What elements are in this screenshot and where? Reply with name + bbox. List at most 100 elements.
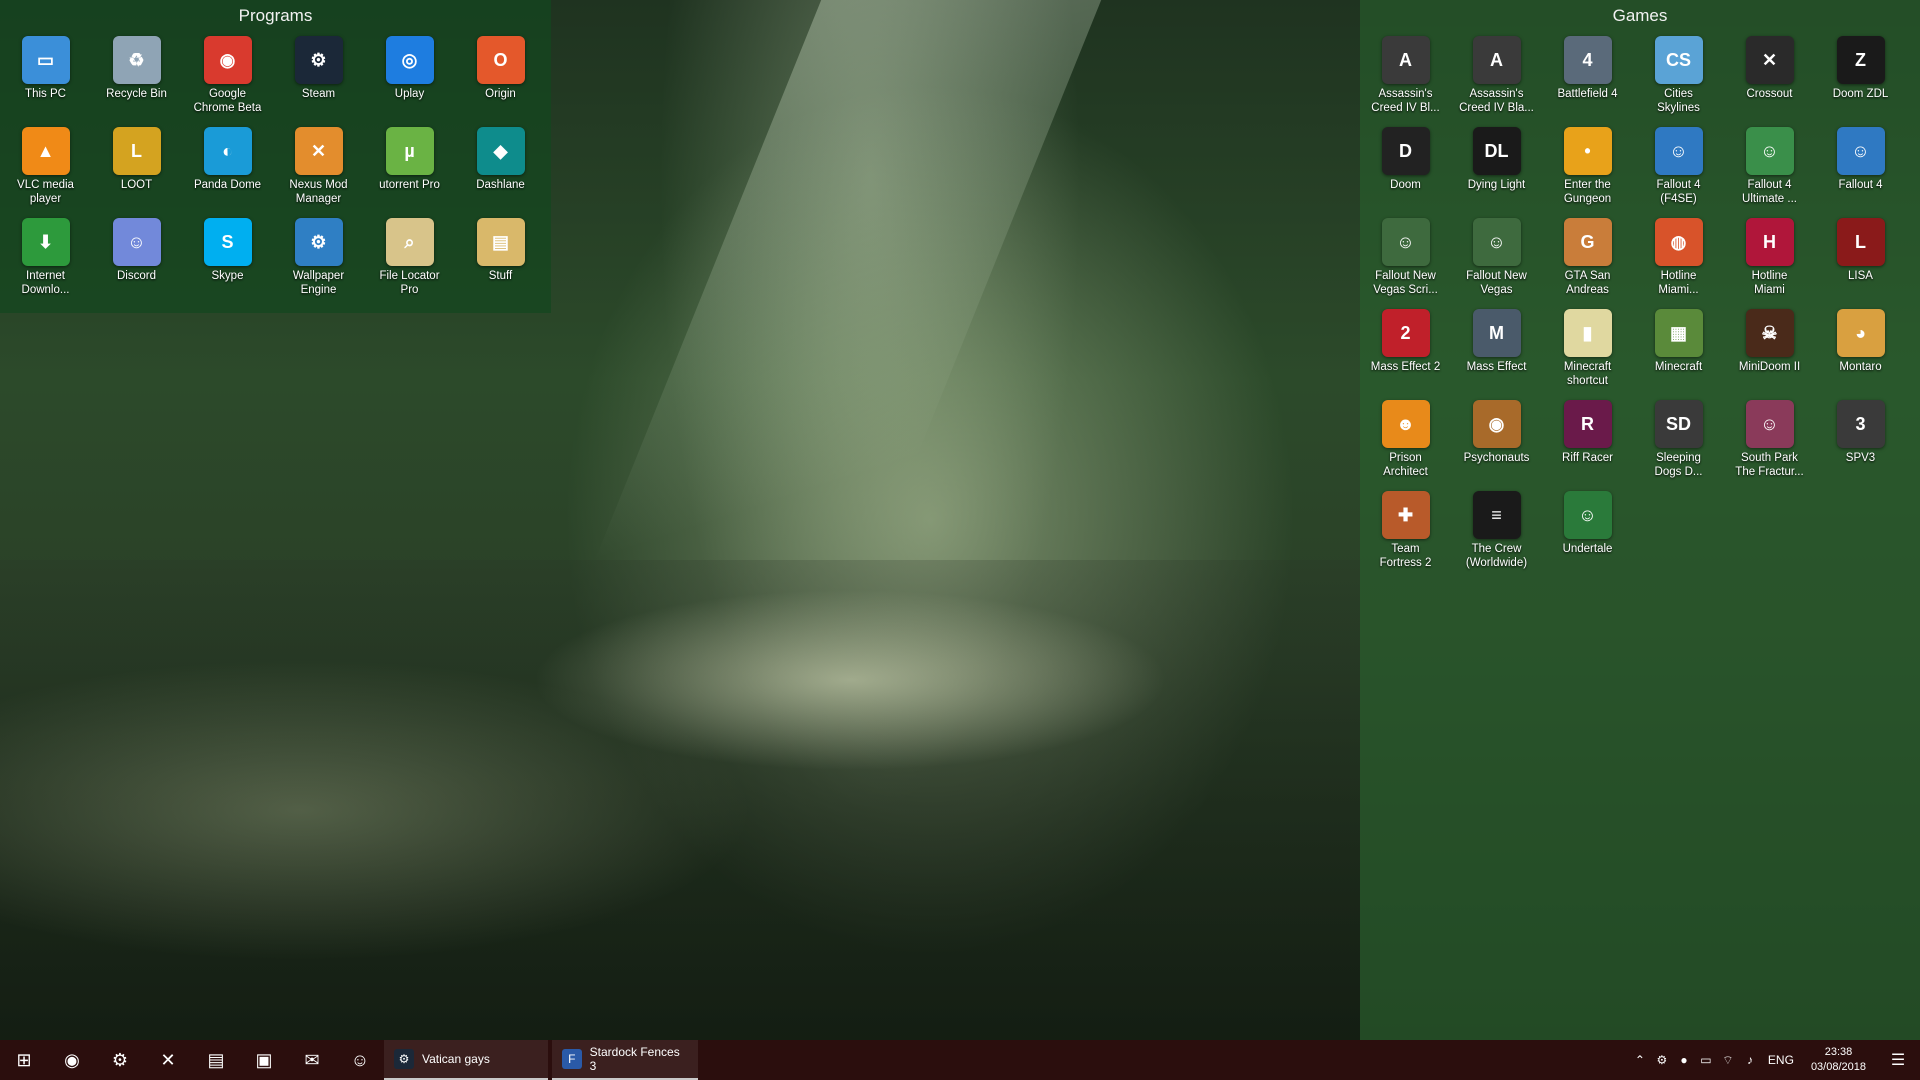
desktop-shortcut[interactable]: G GTA San Andreas — [1542, 216, 1633, 307]
fences-icon: F — [562, 1049, 582, 1069]
clock-time: 23:38 — [1824, 1046, 1853, 1058]
desktop-shortcut[interactable]: ◆ Dashlane — [455, 125, 546, 216]
shortcut-label: File Locator Pro — [379, 270, 440, 296]
recycle-bin-icon: ♻ — [112, 36, 161, 84]
desktop-shortcut[interactable]: ◐ Panda Dome — [182, 125, 273, 216]
desktop-shortcut[interactable]: ☺ Fallout 4 (F4SE) — [1633, 125, 1724, 216]
desktop-shortcut[interactable]: ☺ South Park The Fractur... — [1724, 398, 1815, 489]
desktop-shortcut[interactable]: • Enter the Gungeon — [1542, 125, 1633, 216]
programs-fence[interactable]: Programs ▭ This PC ♻ Recycle Bin ◉ Google Chr… — [0, 0, 551, 313]
desktop-shortcut[interactable]: ◉ Psychonauts — [1451, 398, 1542, 489]
fence-title[interactable]: Programs — [0, 0, 551, 30]
desktop-shortcut[interactable]: ♻ Recycle Bin — [91, 34, 182, 125]
shortcut-label: Cities Skylines — [1657, 88, 1700, 114]
start-button[interactable]: ⊞ — [0, 1040, 48, 1080]
shortcut-label: Enter the Gungeon — [1563, 179, 1612, 205]
desktop-shortcut[interactable]: M Mass Effect — [1451, 307, 1542, 398]
desktop-shortcut[interactable]: O Origin — [455, 34, 546, 125]
desktop-shortcut[interactable]: ✕ Nexus Mod Manager — [273, 125, 364, 216]
desktop-shortcut[interactable]: D Doom — [1360, 125, 1451, 216]
cities-skylines-icon: CS — [1654, 36, 1703, 84]
desktop-shortcut[interactable]: µ utorrent Pro — [364, 125, 455, 216]
window-title: Vatican gays — [422, 1052, 490, 1066]
desktop-shortcut[interactable]: 2 Mass Effect 2 — [1360, 307, 1451, 398]
chevron-up-icon[interactable]: ⌃ — [1629, 1053, 1651, 1067]
mass-effect-icon: 2 — [1381, 309, 1430, 357]
desktop-shortcut[interactable]: ✚ Team Fortress 2 — [1360, 489, 1451, 580]
taskbar-steam[interactable]: ⚙ — [96, 1040, 144, 1080]
desktop-shortcut[interactable]: CS Cities Skylines — [1633, 34, 1724, 125]
shortcut-label: utorrent Pro — [379, 179, 440, 191]
taskbar-window-button[interactable]: F Stardock Fences 3 — [552, 1040, 698, 1080]
mass-effect-icon: M — [1472, 309, 1521, 357]
clock[interactable]: 23:38 03/08/2018 — [1811, 1045, 1866, 1075]
shortcut-label: Team Fortress 2 — [1379, 543, 1432, 569]
nexus-mod-manager-icon: ✕ — [294, 127, 343, 175]
wallpaper-river — [0, 560, 1360, 1040]
desktop-shortcut[interactable]: ☻ Prison Architect — [1360, 398, 1451, 489]
desktop-shortcut[interactable]: ⌕ File Locator Pro — [364, 216, 455, 307]
shortcut-label: Panda Dome — [193, 179, 262, 191]
desktop-shortcut[interactable]: ◉ Google Chrome Beta — [182, 34, 273, 125]
games-fence[interactable]: Games A Assassin's Creed IV Bl... A Assassi… — [1360, 0, 1920, 1040]
steam-icon[interactable]: ⚙ — [1651, 1053, 1673, 1067]
desktop-shortcut[interactable]: ▮ Minecraft shortcut — [1542, 307, 1633, 398]
desktop-shortcut[interactable]: L LISA — [1815, 216, 1906, 307]
desktop-shortcut[interactable]: S Skype — [182, 216, 273, 307]
volume-icon[interactable]: ♪ — [1739, 1053, 1761, 1067]
desktop-shortcut[interactable]: H Hotline Miami — [1724, 216, 1815, 307]
desktop-shortcut[interactable]: ▦ Minecraft — [1633, 307, 1724, 398]
desktop-shortcut[interactable]: ☺ Fallout 4 Ultimate ... — [1724, 125, 1815, 216]
desktop-shortcut[interactable]: L LOOT — [91, 125, 182, 216]
shortcut-label: Doom — [1390, 179, 1421, 191]
shortcut-label: Assassin's Creed IV Bl... — [1371, 88, 1440, 114]
desktop-shortcut[interactable]: ▤ Stuff — [455, 216, 546, 307]
desktop-shortcut[interactable]: ◍ Hotline Miami... — [1633, 216, 1724, 307]
language-indicator[interactable]: ENG — [1761, 1053, 1801, 1067]
desktop-shortcut[interactable]: SD Sleeping Dogs D... — [1633, 398, 1724, 489]
desktop-shortcut[interactable]: ◕ Montaro — [1815, 307, 1906, 398]
desktop-shortcut[interactable]: ⬇ Internet Downlo... — [0, 216, 91, 307]
desktop-shortcut[interactable]: ◎ Uplay — [364, 34, 455, 125]
desktop-shortcut[interactable]: ⚙ Steam — [273, 34, 364, 125]
shortcut-label: Discord — [117, 270, 156, 282]
discord-icon: ☺ — [112, 218, 161, 266]
file-locator-pro-icon: ⌕ — [385, 218, 434, 266]
sleeping-dogs-icon: SD — [1654, 400, 1703, 448]
desktop-shortcut[interactable]: ☺ Undertale — [1542, 489, 1633, 580]
origin-icon[interactable]: ● — [1673, 1053, 1695, 1067]
folder-icon: ▤ — [476, 218, 525, 266]
desktop-shortcut[interactable]: DL Dying Light — [1451, 125, 1542, 216]
desktop-shortcut[interactable]: ☺ Discord — [91, 216, 182, 307]
shortcut-label: Origin — [485, 88, 516, 100]
desktop-shortcut[interactable]: ▲ VLC media player — [0, 125, 91, 216]
battery-icon[interactable]: ▭ — [1695, 1053, 1717, 1067]
taskbar-file-explorer[interactable]: ▤ — [192, 1040, 240, 1080]
taskbar-store[interactable]: ▣ — [240, 1040, 288, 1080]
desktop-shortcut[interactable]: ☺ Fallout 4 — [1815, 125, 1906, 216]
taskbar-window-button[interactable]: ⚙ Vatican gays — [384, 1040, 548, 1080]
taskbar-chrome[interactable]: ◉ — [48, 1040, 96, 1080]
fence-title[interactable]: Games — [1360, 0, 1920, 30]
desktop-shortcut[interactable]: A Assassin's Creed IV Bla... — [1451, 34, 1542, 125]
desktop-shortcut[interactable]: ⚙ Wallpaper Engine — [273, 216, 364, 307]
desktop-shortcut[interactable]: ✕ Crossout — [1724, 34, 1815, 125]
desktop-shortcut[interactable]: 3 SPV3 — [1815, 398, 1906, 489]
shortcut-label: Google Chrome Beta — [193, 88, 262, 114]
taskbar-mail[interactable]: ✉ — [288, 1040, 336, 1080]
taskbar-nexus[interactable]: ✕ — [144, 1040, 192, 1080]
desktop-shortcut[interactable]: ☠ MiniDoom II — [1724, 307, 1815, 398]
notifications-icon[interactable]: ☰ — [1876, 1050, 1920, 1070]
desktop-shortcut[interactable]: A Assassin's Creed IV Bl... — [1360, 34, 1451, 125]
desktop-shortcut[interactable]: ≡ The Crew (Worldwide) — [1451, 489, 1542, 580]
taskbar-discord[interactable]: ☺ — [336, 1040, 384, 1080]
desktop-shortcut[interactable]: ☺ Fallout New Vegas — [1451, 216, 1542, 307]
desktop-shortcut[interactable]: R Riff Racer — [1542, 398, 1633, 489]
desktop-shortcut[interactable]: ▭ This PC — [0, 34, 91, 125]
desktop-shortcut[interactable]: ☺ Fallout New Vegas Scri... — [1360, 216, 1451, 307]
discord-icon: ☺ — [350, 1049, 370, 1070]
desktop-shortcut[interactable]: Z Doom ZDL — [1815, 34, 1906, 125]
network-icon[interactable]: ⌔ — [1717, 1053, 1739, 1068]
shortcut-label: Nexus Mod Manager — [289, 179, 348, 205]
desktop-shortcut[interactable]: 4 Battlefield 4 — [1542, 34, 1633, 125]
